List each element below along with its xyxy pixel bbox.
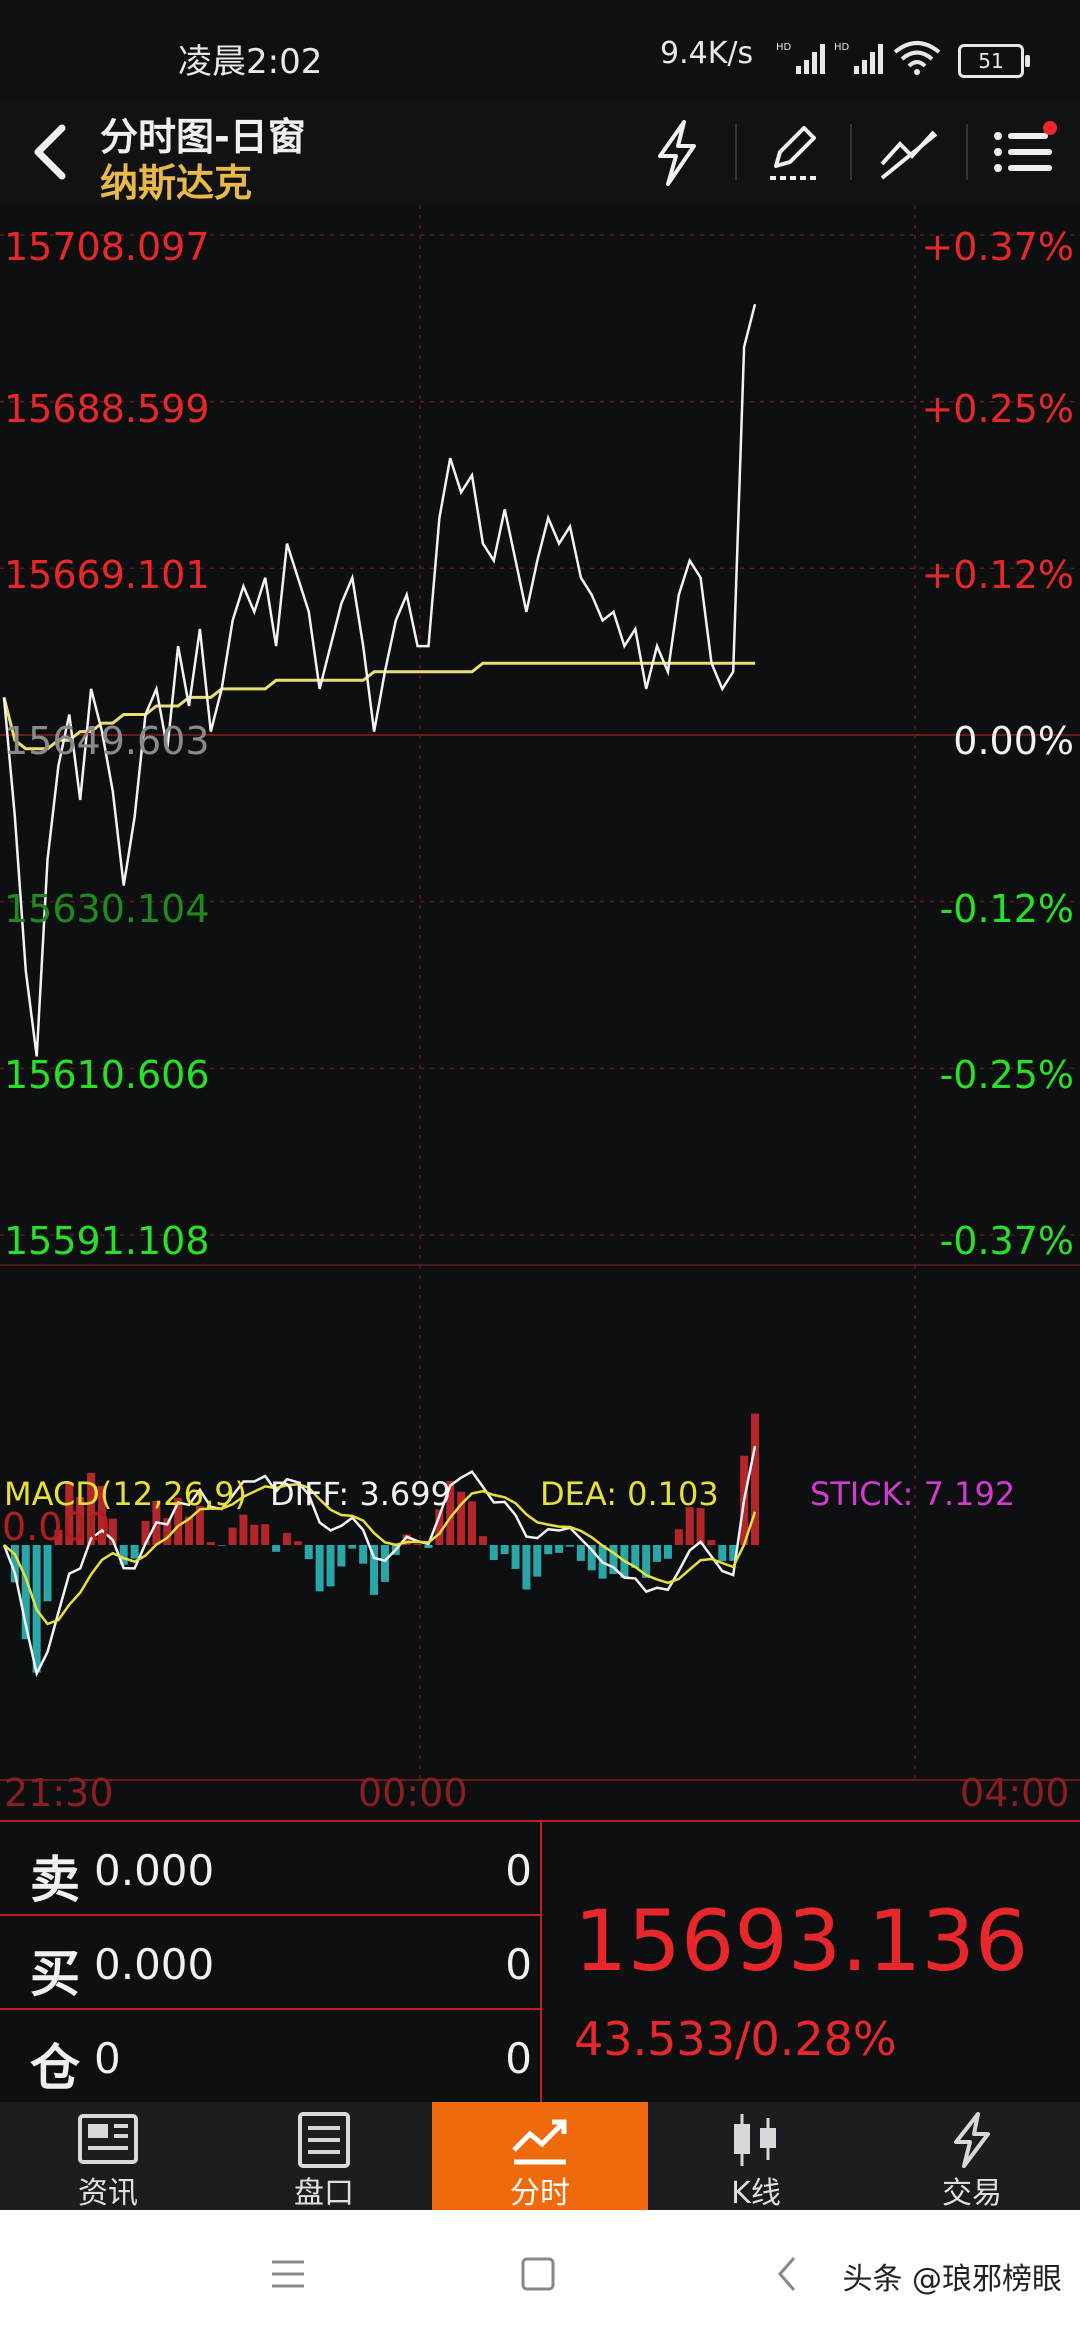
position-qty: 0: [505, 2034, 532, 2083]
news-icon: [78, 2114, 138, 2164]
header-divider: [966, 124, 968, 180]
percent-label-bottom: -0.37%: [939, 1219, 1074, 1263]
percent-label-top: +0.37%: [921, 225, 1074, 269]
buy-qty: 0: [505, 1940, 532, 1989]
percent-label: -0.25%: [939, 1053, 1074, 1097]
macd-histogram: [10, 1413, 759, 1673]
nav-label: 盘口: [294, 2176, 354, 2211]
nav-trade[interactable]: 交易: [864, 2102, 1080, 2211]
price-label: 15669.101: [4, 553, 210, 597]
last-price: 15693.136: [574, 1892, 1029, 1990]
buy-price: 0.000: [94, 1940, 215, 1989]
battery-icon: 51: [958, 44, 1030, 78]
price-label: 15630.104: [4, 887, 210, 931]
nav-orderbook[interactable]: 盘口: [216, 2102, 432, 2211]
bottom-nav: 资讯 盘口 分时 K线 交易: [0, 2102, 1080, 2211]
nav-label: K线: [731, 2176, 781, 2211]
nav-news[interactable]: 资讯: [0, 2102, 216, 2211]
nav-label: 资讯: [78, 2176, 138, 2211]
nav-timeshare[interactable]: 分时: [432, 2102, 648, 2211]
position-row[interactable]: 仓 0 0: [0, 2010, 540, 2102]
status-bar: 凌晨2:02 9.4K/s HD HD 51: [0, 0, 1080, 100]
menu-icon[interactable]: [988, 114, 1062, 190]
timeshare-icon: [512, 2119, 567, 2165]
nav-label: 分时: [510, 2176, 570, 2211]
svg-text:HD: HD: [834, 42, 850, 53]
price-label-bottom: 15591.108: [4, 1219, 210, 1263]
home-icon[interactable]: [518, 2254, 558, 2294]
macd-legend: MACD(12,26,9) DIFF: 3.699 DEA: 0.103 STI…: [0, 1475, 1080, 1525]
sell-qty: 0: [505, 1846, 532, 1895]
candlestick-icon: [734, 2114, 776, 2166]
buy-row[interactable]: 买 0.000 0: [0, 1916, 540, 2010]
price-label: 15688.599: [4, 387, 210, 431]
app-header: 分时图-日窗 纳斯达克: [0, 100, 1080, 205]
price-label: 15610.606: [4, 1053, 210, 1097]
time-label-start: 21:30: [4, 1771, 114, 1815]
sell-row[interactable]: 卖 0.000 0: [0, 1822, 540, 1916]
pen-icon[interactable]: [756, 114, 830, 190]
time-label-end: 04:00: [960, 1771, 1070, 1815]
svg-text:HD: HD: [776, 42, 792, 53]
percent-label-zero: 0.00%: [953, 719, 1074, 763]
chart-grid: [0, 205, 1080, 1781]
position-value: 0: [94, 2034, 121, 2083]
timeshare-chart[interactable]: 15708.097 15688.599 15669.101 15649.603 …: [0, 205, 1080, 1825]
system-nav-bar: 头条 @琅邪榜眼: [0, 2210, 1080, 2340]
trade-icon: [954, 2112, 990, 2168]
price-label-reference: 15649.603: [4, 719, 210, 763]
draw-line-icon[interactable]: [872, 114, 946, 190]
percent-label: +0.25%: [921, 387, 1074, 431]
recent-apps-icon[interactable]: [268, 2256, 308, 2292]
lightning-icon[interactable]: [640, 114, 714, 190]
back-nav-icon[interactable]: [772, 2254, 802, 2294]
macd-diff-value: DIFF: 3.699: [270, 1475, 451, 1513]
network-speed: 9.4K/s: [660, 36, 754, 71]
macd-stick-value: STICK: 7.192: [810, 1475, 1016, 1513]
watermark: 头条 @琅邪榜眼: [842, 2262, 1062, 2297]
chart-canvas: [0, 205, 1080, 1781]
quote-panel: 卖 0.000 0 买 0.000 0 仓 0 0 15693.136 43.5…: [0, 1820, 1080, 2104]
instrument-name: 纳斯达克: [100, 161, 253, 205]
quote-divider: [540, 1822, 542, 2104]
price-label-top: 15708.097: [4, 225, 210, 269]
position-tag: 仓: [30, 2039, 80, 2097]
nav-kline[interactable]: K线: [648, 2102, 864, 2211]
wifi-icon: [893, 41, 941, 75]
status-time: 凌晨2:02: [178, 42, 323, 82]
orderbook-icon: [298, 2112, 350, 2168]
macd-dea-value: DEA: 0.103: [540, 1475, 719, 1513]
nav-label: 交易: [942, 2176, 1002, 2211]
header-divider: [735, 124, 737, 180]
back-icon[interactable]: [22, 114, 82, 190]
hd-signal-icon: HD: [776, 42, 825, 74]
sell-price: 0.000: [94, 1846, 215, 1895]
hd-signal-icon: HD: [834, 42, 883, 74]
percent-label: -0.12%: [939, 887, 1074, 931]
buy-tag: 买: [30, 1945, 80, 2003]
header-divider: [850, 124, 852, 180]
sell-tag: 卖: [30, 1851, 80, 1909]
macd-zero-label: 0.000: [2, 1505, 111, 1549]
percent-label: +0.12%: [921, 553, 1074, 597]
time-label-mid: 00:00: [358, 1771, 468, 1815]
price-change: 43.533/0.28%: [574, 2012, 897, 2066]
